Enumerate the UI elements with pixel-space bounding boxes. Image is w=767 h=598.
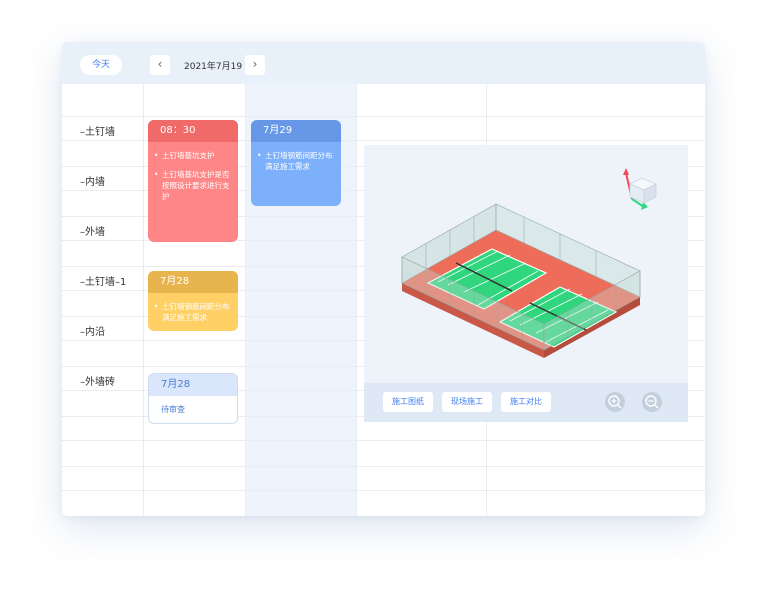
calendar-window: 今天 ‹ 2021年7月19 › –土钉墙 –内墙 –外墙 –土钉墙–1 –内沿…: [62, 42, 705, 516]
event-card[interactable]: 7月28 待审查: [148, 373, 238, 424]
grid-column-line: [356, 84, 357, 516]
event-card-date: 7月28: [149, 374, 237, 396]
construction-compare-button[interactable]: 施工对比: [501, 392, 551, 412]
event-card[interactable]: 7月29 土钉墙钢筋间距分布满足施工需求: [251, 120, 341, 206]
event-card-item: 土钉墙基坑支护: [154, 150, 230, 161]
current-date: 2021年7月19: [184, 62, 243, 72]
zoom-out-icon: [645, 395, 659, 409]
tennis-court-model: [401, 168, 657, 358]
view-cube-icon[interactable]: [623, 168, 657, 210]
chevron-right-icon: ›: [252, 57, 258, 71]
header-bar: 今天 ‹ 2021年7月19 ›: [62, 42, 705, 84]
event-card-time: 08：30: [148, 120, 238, 142]
row-label: –土钉墙: [80, 127, 115, 138]
viewer-toolbar: 施工图纸 现场施工 施工对比: [364, 383, 688, 422]
event-card[interactable]: 7月28 土钉墙钢筋间距分布满足施工需求: [148, 271, 238, 331]
3d-model-viewer[interactable]: 施工图纸 现场施工 施工对比: [364, 145, 688, 422]
grid-column-line: [245, 84, 246, 516]
event-card-item: 土钉墙钢筋间距分布满足施工需求: [257, 150, 333, 172]
row-label: –内墙: [80, 177, 105, 188]
row-label: –外墙砖: [80, 377, 115, 388]
grid-line: [62, 116, 705, 117]
event-card-item: 土钉墙钢筋间距分布满足施工需求: [154, 301, 230, 323]
event-card[interactable]: 08：30 土钉墙基坑支护 土钉墙基坑支护是否按照设计要求进行支护: [148, 120, 238, 242]
grid-column-line: [143, 84, 144, 516]
zoom-out-button[interactable]: [642, 392, 662, 412]
row-label: –外墙: [80, 227, 105, 238]
status-label: 待审查: [161, 405, 185, 414]
row-label: –土钉墙–1: [80, 277, 127, 288]
row-label: –内沿: [80, 327, 105, 338]
zoom-in-icon: [608, 395, 622, 409]
prev-date-button[interactable]: ‹: [150, 55, 170, 75]
site-construction-button[interactable]: 现场施工: [442, 392, 492, 412]
chevron-left-icon: ‹: [157, 57, 163, 71]
next-date-button[interactable]: ›: [245, 55, 265, 75]
event-card-date: 7月29: [251, 120, 341, 142]
grid-line: [62, 466, 705, 467]
grid-line: [62, 490, 705, 491]
event-card-item: 土钉墙基坑支护是否按照设计要求进行支护: [154, 169, 230, 202]
event-card-date: 7月28: [148, 271, 238, 293]
today-button[interactable]: 今天: [80, 55, 122, 75]
grid-line: [62, 440, 705, 441]
zoom-in-button[interactable]: [605, 392, 625, 412]
construction-drawings-button[interactable]: 施工图纸: [383, 392, 433, 412]
